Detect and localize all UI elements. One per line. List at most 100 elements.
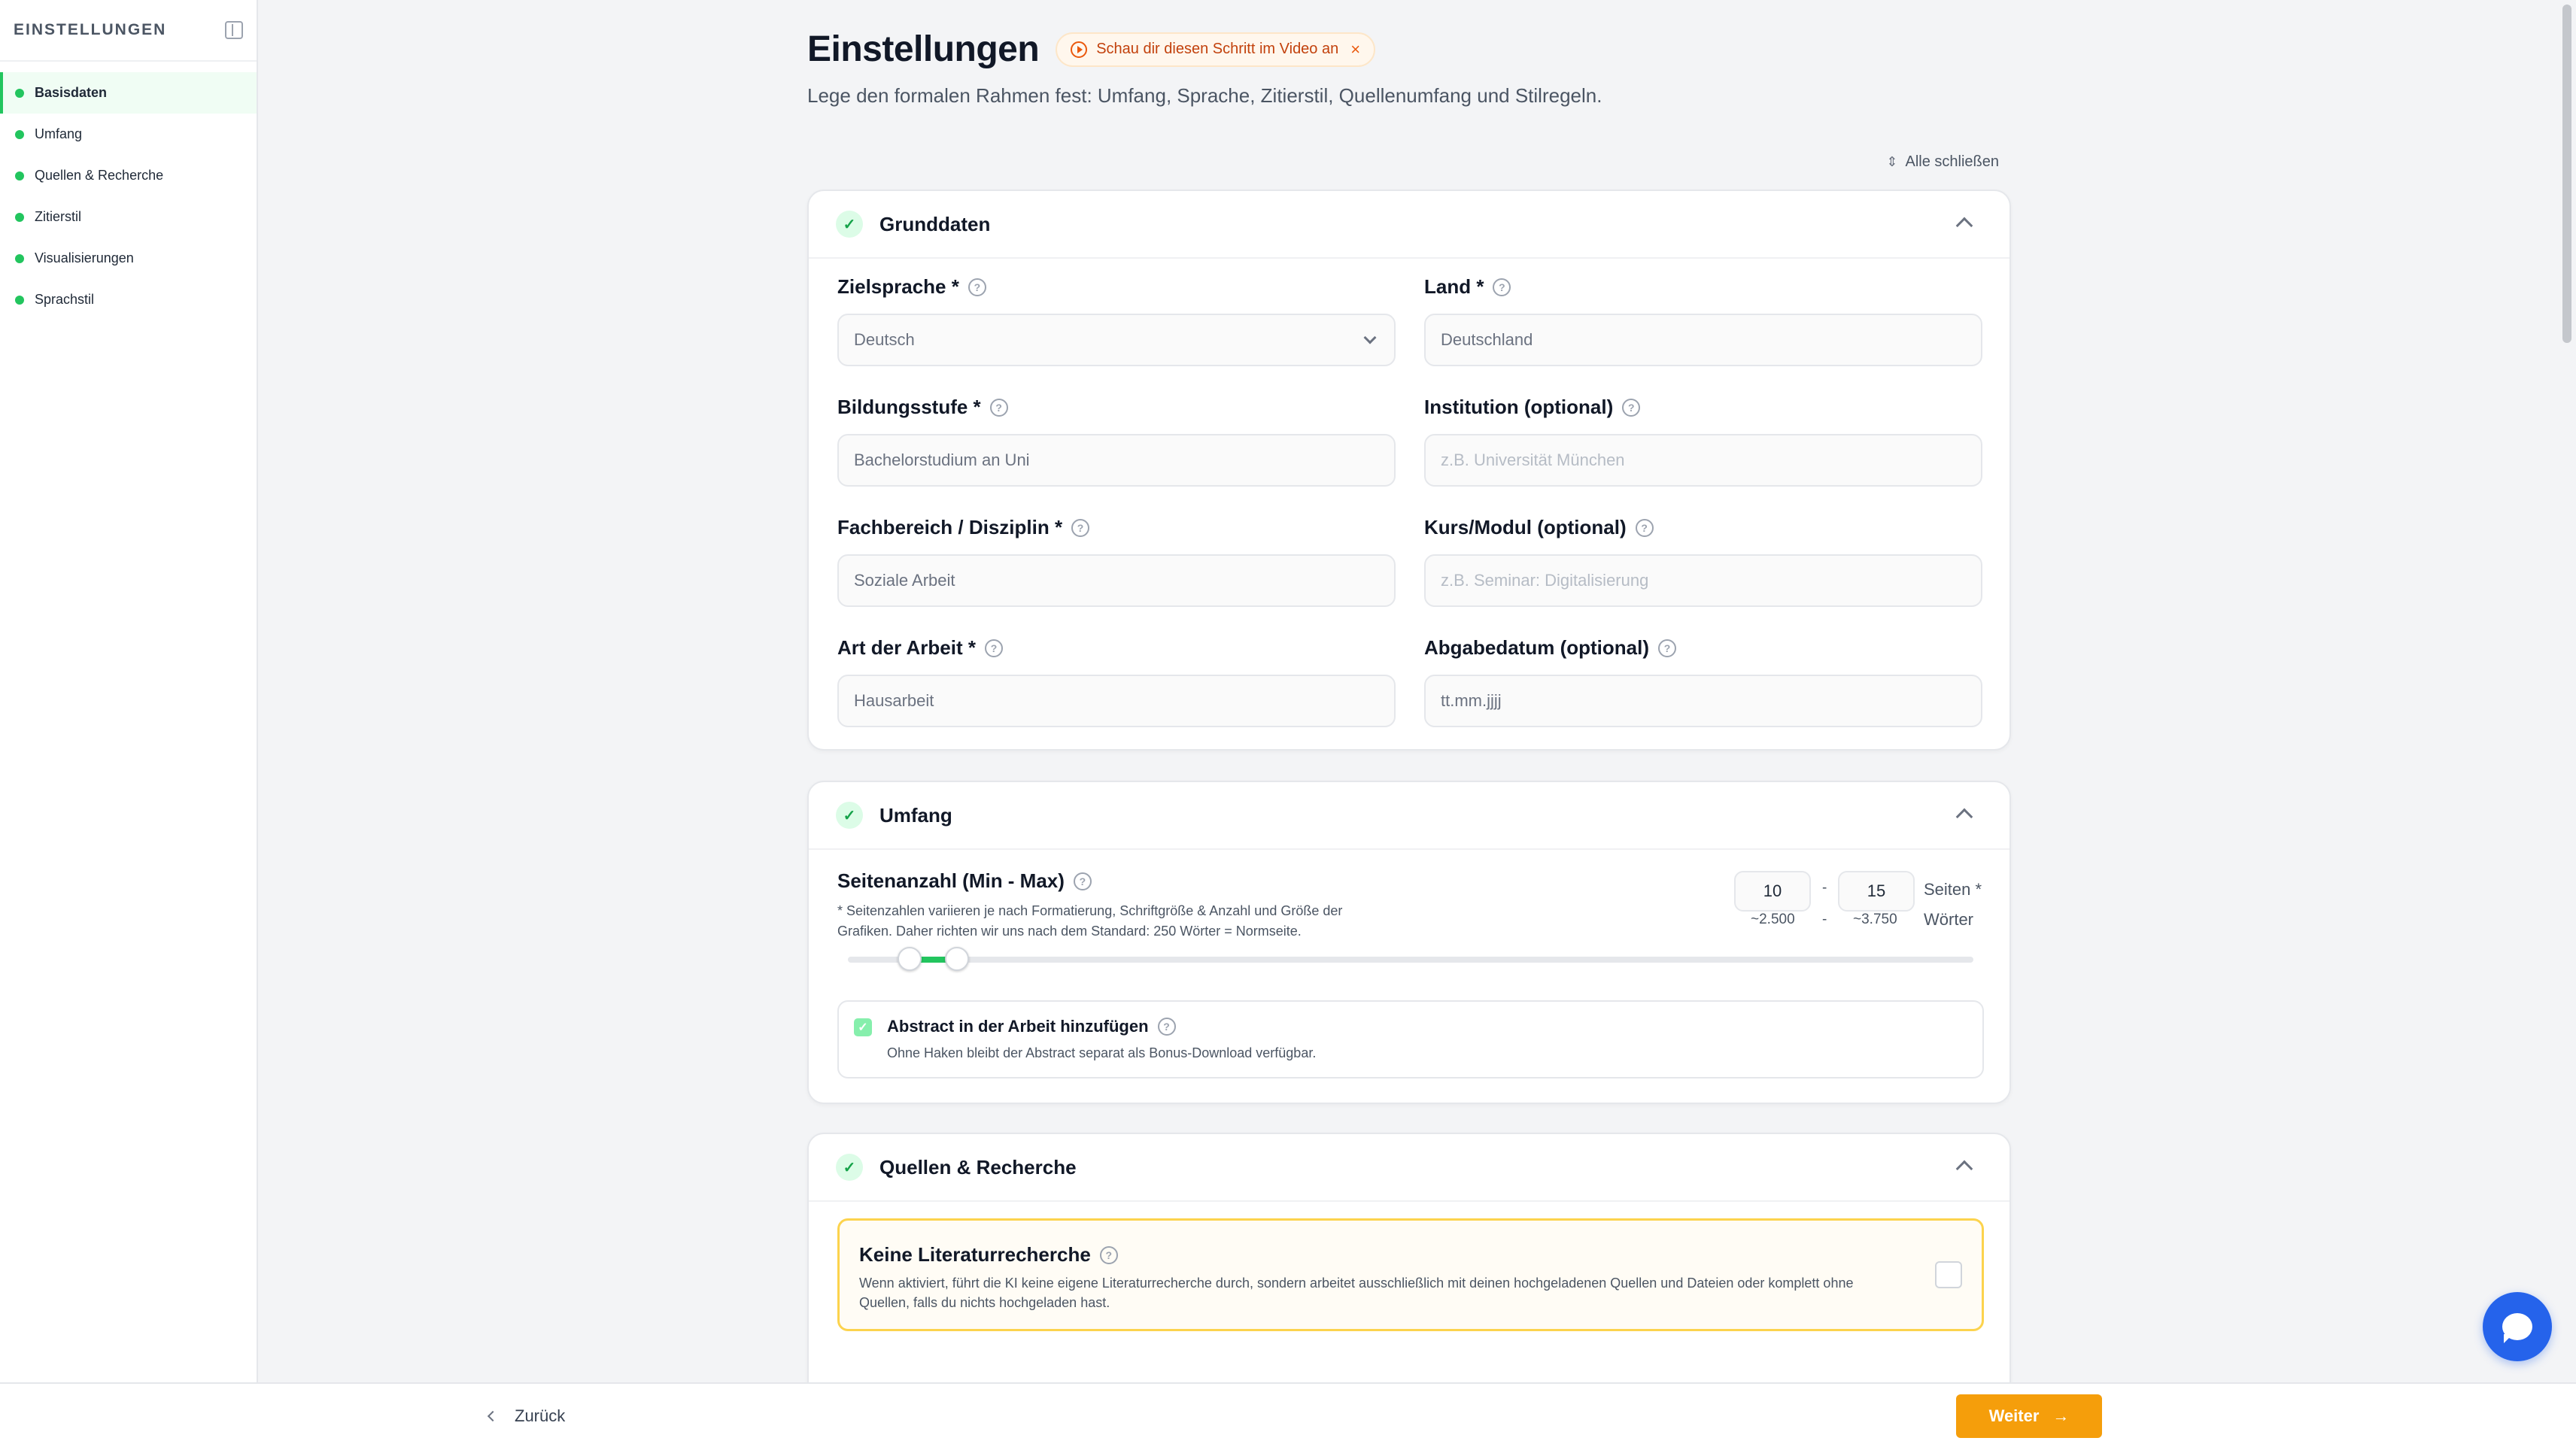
sidebar-item-quellen[interactable]: Quellen & Recherche xyxy=(0,155,257,196)
abstract-option[interactable]: ✓ Abstract in der Arbeit hinzufügen ? Oh… xyxy=(837,1000,1984,1078)
kurs-field: Kurs/Modul (optional) ? z.B. Seminar: Di… xyxy=(1424,516,1982,607)
help-icon[interactable]: ? xyxy=(968,278,986,296)
abstract-label-text: Abstract in der Arbeit hinzufügen xyxy=(887,1017,1149,1036)
next-button[interactable]: Weiter → xyxy=(1956,1394,2102,1438)
art-field: Art der Arbeit * ? Hausarbeit xyxy=(837,636,1396,727)
abgabedatum-placeholder: tt.mm.jjjj xyxy=(1441,691,1502,710)
scrollbar-thumb[interactable] xyxy=(2562,5,2571,343)
min-words: ~2.500 xyxy=(1751,912,1795,927)
pages-unit: Seiten * xyxy=(1924,880,1982,899)
page-scrollbar[interactable] xyxy=(2561,0,2571,1447)
close-icon[interactable]: × xyxy=(1350,40,1360,59)
help-icon[interactable]: ? xyxy=(1657,639,1676,657)
bildungsstufe-input[interactable]: Bachelorstudium an Uni xyxy=(837,434,1396,487)
fachbereich-input[interactable]: Soziale Arbeit xyxy=(837,554,1396,607)
chat-button[interactable] xyxy=(2483,1292,2552,1361)
land-input[interactable]: Deutschland xyxy=(1424,314,1982,366)
help-icon[interactable]: ? xyxy=(1099,1245,1118,1264)
range-dash: - xyxy=(1822,880,1827,896)
grunddaten-header[interactable]: ✓ Grunddaten xyxy=(809,191,2009,259)
sidebar-nav: Basisdaten Umfang Quellen & Recherche Zi… xyxy=(0,62,257,320)
sidebar-item-visualisierungen[interactable]: Visualisierungen xyxy=(0,238,257,279)
help-icon[interactable]: ? xyxy=(1071,518,1090,537)
words-dash: - xyxy=(1822,912,1827,927)
chevron-up-icon[interactable] xyxy=(1955,1160,1973,1178)
no-research-checkbox[interactable] xyxy=(1935,1261,1962,1288)
collapse-all-label: Alle schließen xyxy=(1905,153,1999,170)
abgabedatum-label: Abgabedatum (optional) ? xyxy=(1424,636,1982,660)
check-icon: ✓ xyxy=(836,1154,863,1181)
sidebar-item-label: Sprachstil xyxy=(35,292,95,307)
kurs-input[interactable]: z.B. Seminar: Digitalisierung xyxy=(1424,554,1982,607)
chevron-up-icon[interactable] xyxy=(1955,217,1973,235)
sidebar-item-zitierstil[interactable]: Zitierstil xyxy=(0,196,257,238)
umfang-header[interactable]: ✓ Umfang xyxy=(809,782,2009,850)
zielsprache-label: Zielsprache * ? xyxy=(837,275,1396,299)
art-label: Art der Arbeit * ? xyxy=(837,636,1396,660)
help-icon[interactable]: ? xyxy=(1073,872,1092,890)
kurs-label-text: Kurs/Modul (optional) xyxy=(1424,516,1627,538)
status-dot-icon xyxy=(15,88,24,98)
abstract-label: Abstract in der Arbeit hinzufügen ? xyxy=(887,1017,1176,1036)
sidebar-item-sprachstil[interactable]: Sprachstil xyxy=(0,279,257,320)
seitenanzahl-note: * Seitenzahlen variieren je nach Formati… xyxy=(837,903,1343,939)
land-label-text: Land * xyxy=(1424,275,1484,298)
help-icon[interactable]: ? xyxy=(1493,278,1511,296)
sidebar-item-basisdaten[interactable]: Basisdaten xyxy=(0,72,257,114)
video-badge[interactable]: Schau dir diesen Schritt im Video an × xyxy=(1056,32,1376,67)
slider-max-handle[interactable] xyxy=(945,947,970,971)
institution-field: Institution (optional) ? z.B. Universitä… xyxy=(1424,396,1982,487)
back-label: Zurück xyxy=(515,1406,566,1425)
grunddaten-title: Grunddaten xyxy=(879,212,991,235)
next-label: Weiter xyxy=(1988,1406,2040,1425)
seitenanzahl-label: Seitenanzahl (Min - Max) ? xyxy=(837,869,1092,893)
page-range-slider[interactable] xyxy=(848,947,1973,971)
chevron-left-icon xyxy=(487,1410,499,1422)
institution-placeholder: z.B. Universität München xyxy=(1441,450,1625,469)
page-header: Einstellungen Schau dir diesen Schritt i… xyxy=(807,29,1376,70)
quellen-title: Quellen & Recherche xyxy=(879,1155,1077,1179)
status-dot-icon xyxy=(15,253,24,263)
help-icon[interactable]: ? xyxy=(984,639,1003,657)
art-label-text: Art der Arbeit * xyxy=(837,636,976,659)
abgabedatum-input[interactable]: tt.mm.jjjj xyxy=(1424,675,1982,727)
help-icon[interactable]: ? xyxy=(1157,1018,1176,1036)
institution-input[interactable]: z.B. Universität München xyxy=(1424,434,1982,487)
zielsprache-label-text: Zielsprache * xyxy=(837,275,959,298)
help-icon[interactable]: ? xyxy=(989,398,1008,417)
page-title: Einstellungen xyxy=(807,29,1040,69)
sidebar-item-umfang[interactable]: Umfang xyxy=(0,114,257,155)
min-pages-input[interactable]: 10 xyxy=(1734,871,1811,912)
fachbereich-value: Soziale Arbeit xyxy=(854,571,955,590)
sidebar-item-label: Basisdaten xyxy=(35,85,108,100)
quellen-header[interactable]: ✓ Quellen & Recherche xyxy=(809,1134,2009,1202)
kurs-placeholder: z.B. Seminar: Digitalisierung xyxy=(1441,571,1649,590)
max-words: ~3.750 xyxy=(1853,912,1897,927)
help-icon[interactable]: ? xyxy=(1635,518,1654,537)
arrow-right-icon: → xyxy=(2052,1406,2070,1425)
zielsprache-select[interactable]: Deutsch xyxy=(837,314,1396,366)
fachbereich-label-text: Fachbereich / Disziplin * xyxy=(837,516,1063,538)
sidebar-item-label: Visualisierungen xyxy=(35,250,134,265)
sidebar-collapse-icon[interactable] xyxy=(225,21,243,39)
abgabedatum-label-text: Abgabedatum (optional) xyxy=(1424,636,1649,659)
abgabedatum-field: Abgabedatum (optional) ? tt.mm.jjjj xyxy=(1424,636,1982,727)
no-research-title: Keine Literaturrecherche ? xyxy=(859,1243,1118,1267)
fachbereich-label: Fachbereich / Disziplin * ? xyxy=(837,516,1396,539)
chevron-up-icon[interactable] xyxy=(1955,808,1973,826)
sidebar-header: EINSTELLUNGEN xyxy=(0,0,257,62)
back-button[interactable]: Zurück xyxy=(487,1397,566,1435)
max-pages-input[interactable]: 15 xyxy=(1838,871,1915,912)
help-icon[interactable]: ? xyxy=(1622,398,1641,417)
page-subtitle: Lege den formalen Rahmen fest: Umfang, S… xyxy=(807,84,1602,107)
bildungsstufe-value: Bachelorstudium an Uni xyxy=(854,450,1030,469)
expand-collapse-icon: ⇕ xyxy=(1886,154,1898,169)
collapse-all-button[interactable]: ⇕ Alle schließen xyxy=(1886,153,1999,171)
grunddaten-card: ✓ Grunddaten Zielsprache * ? Deutsch Lan… xyxy=(807,190,2011,751)
abstract-description: Ohne Haken bleibt der Abstract separat a… xyxy=(887,1045,1317,1060)
art-input[interactable]: Hausarbeit xyxy=(837,675,1396,727)
slider-min-handle[interactable] xyxy=(898,947,922,971)
kurs-label: Kurs/Modul (optional) ? xyxy=(1424,516,1982,539)
abstract-checkbox[interactable]: ✓ xyxy=(854,1018,872,1036)
no-research-option[interactable]: Keine Literaturrecherche ? Wenn aktivier… xyxy=(837,1218,1984,1331)
